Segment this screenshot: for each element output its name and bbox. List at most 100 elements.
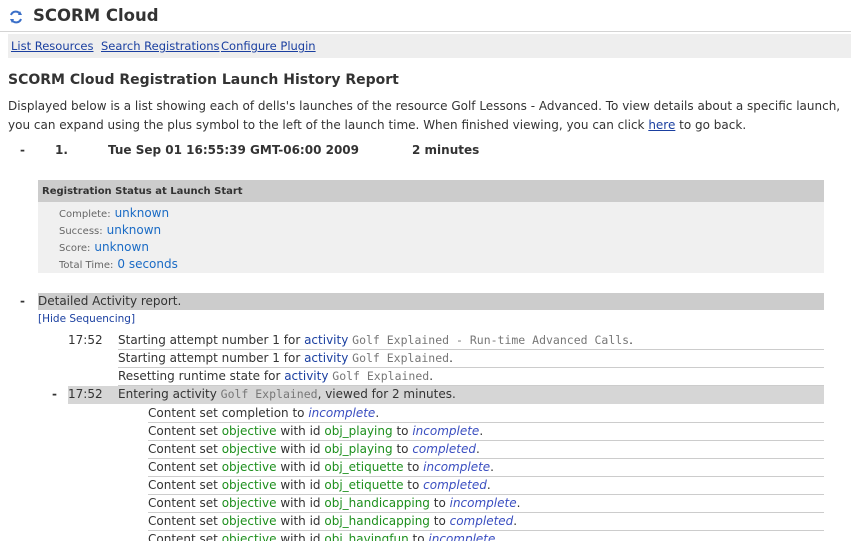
- activity-name: Golf Explained: [220, 387, 318, 401]
- to-text: to: [429, 514, 450, 528]
- content-set-line: Content set objective with id obj_etique…: [148, 477, 824, 495]
- content-prefix: Content set: [148, 478, 222, 492]
- completion-label: completion to: [221, 406, 309, 420]
- launch-collapse-toggle[interactable]: -: [20, 143, 25, 157]
- to-text: to: [392, 442, 413, 456]
- registration-status-panel: Registration Status at Launch Start Comp…: [38, 180, 824, 273]
- with-id: with id: [276, 424, 325, 438]
- objective-status: completed: [412, 442, 476, 456]
- status-heading: Registration Status at Launch Start: [38, 180, 824, 202]
- log-line: Resetting runtime state for activity Gol…: [118, 368, 824, 386]
- status-label: Score:: [59, 243, 91, 254]
- status-value: unknown: [114, 206, 170, 220]
- log-text: Entering activity: [118, 387, 221, 401]
- activity-name: Golf Explained: [332, 369, 430, 383]
- objective-id: obj_playing: [324, 424, 393, 438]
- to-text: to: [408, 532, 429, 541]
- objective-id: obj_playing: [324, 442, 393, 456]
- with-id: with id: [276, 532, 325, 541]
- to-text: to: [403, 460, 424, 474]
- objective-id: obj_havingfun: [324, 532, 409, 541]
- log-text: Starting attempt number 1 for: [118, 333, 305, 347]
- log-text: Resetting runtime state for: [118, 369, 285, 383]
- objective-id: obj_etiquette: [324, 460, 404, 474]
- log-end: , viewed for 2 minutes.: [317, 387, 456, 401]
- activity-link: activity: [284, 369, 329, 383]
- log-text: Starting attempt number 1 for: [118, 351, 305, 365]
- log-end: .: [429, 369, 434, 383]
- detail-collapse-toggle[interactable]: -: [20, 294, 25, 308]
- page-title: SCORM Cloud Registration Launch History …: [8, 72, 399, 88]
- objective-status: completed: [423, 478, 487, 492]
- objective-keyword: objective: [221, 442, 277, 456]
- nav-list-resources-link[interactable]: List Resources: [11, 39, 94, 53]
- content-set-line: Content set objective with id obj_handic…: [148, 495, 824, 513]
- app-title: SCORM Cloud: [33, 6, 159, 25]
- content-prefix: Content set: [148, 460, 222, 474]
- status-label: Complete:: [59, 209, 111, 220]
- nav-bar: List Resources Search Registrations Conf…: [8, 34, 851, 58]
- activity-collapse-toggle[interactable]: -: [52, 387, 57, 401]
- launch-duration: 2 minutes: [412, 143, 480, 157]
- content-prefix: Content set: [148, 442, 222, 456]
- intro-text: Displayed below is a list showing each o…: [8, 97, 851, 135]
- status-row-success: Success: unknown: [59, 223, 161, 237]
- content-set-line: Content set objective with id obj_etique…: [148, 459, 824, 477]
- log-line-entering-activity: 17:52 Entering activity Golf Explained, v…: [68, 386, 824, 404]
- activity-name: Golf Explained: [352, 351, 450, 365]
- status-row-score: Score: unknown: [59, 240, 149, 254]
- objective-keyword: objective: [221, 532, 277, 541]
- content-prefix: Content set: [148, 406, 222, 420]
- log-end: .: [449, 351, 453, 365]
- objective-status: incomplete: [423, 460, 491, 474]
- objective-status: incomplete: [412, 424, 480, 438]
- content-set-line: Content set objective with id obj_handic…: [148, 513, 824, 531]
- log-line: Starting attempt number 1 for activity G…: [118, 350, 824, 368]
- activity-link: activity: [304, 351, 349, 365]
- status-row-total-time: Total Time: 0 seconds: [59, 257, 178, 271]
- log-line: Starting attempt number 1 for activity G…: [118, 332, 824, 350]
- completion-status: incomplete: [308, 406, 376, 420]
- content-set-line: Content set completion to incomplete.: [148, 405, 824, 423]
- hide-sequencing-link[interactable]: [Hide Sequencing]: [38, 313, 135, 325]
- nav-configure-plugin-link[interactable]: Configure Plugin: [221, 39, 316, 53]
- status-label: Success:: [59, 226, 103, 237]
- intro-text-end: to go back.: [675, 118, 747, 132]
- status-label: Total Time:: [59, 260, 114, 271]
- content-set-line: Content set objective with id obj_playin…: [148, 423, 824, 441]
- log-time: 17:52: [68, 387, 103, 401]
- objective-id: obj_etiquette: [324, 478, 404, 492]
- log-time: 17:52: [68, 333, 103, 347]
- to-text: to: [429, 496, 450, 510]
- status-value: unknown: [94, 240, 149, 254]
- nav-search-registrations-link[interactable]: Search Registrations: [101, 39, 220, 53]
- with-id: with id: [276, 478, 325, 492]
- go-back-link[interactable]: here: [648, 118, 675, 132]
- launch-time: Tue Sep 01 16:55:39 GMT-06:00 2009: [108, 143, 359, 157]
- objective-id: obj_handicapping: [324, 496, 430, 510]
- content-prefix: Content set: [148, 532, 222, 541]
- activity-link: activity: [304, 333, 349, 347]
- content-prefix: Content set: [148, 514, 222, 528]
- launch-number: 1.: [55, 143, 68, 157]
- content-prefix: Content set: [148, 496, 222, 510]
- refresh-arrows-icon: [10, 10, 22, 24]
- with-id: with id: [276, 496, 325, 510]
- to-text: to: [403, 478, 424, 492]
- activity-name: Golf Explained - Run-time Advanced Calls: [352, 333, 630, 347]
- status-value: unknown: [106, 223, 162, 237]
- objective-id: obj_handicapping: [324, 514, 430, 528]
- content-set-line: Content set objective with id obj_having…: [148, 531, 824, 541]
- detailed-activity-header: Detailed Activity report.: [38, 293, 824, 310]
- objective-keyword: objective: [221, 478, 277, 492]
- with-id: with id: [276, 460, 325, 474]
- objective-status: completed: [449, 514, 514, 528]
- objective-keyword: objective: [221, 424, 277, 438]
- objective-keyword: objective: [221, 496, 277, 510]
- app-header: SCORM Cloud: [0, 0, 851, 32]
- with-id: with id: [276, 442, 325, 456]
- content-prefix: Content set: [148, 424, 222, 438]
- objective-status: incomplete: [449, 496, 517, 510]
- objective-keyword: objective: [221, 514, 277, 528]
- objective-keyword: objective: [221, 460, 277, 474]
